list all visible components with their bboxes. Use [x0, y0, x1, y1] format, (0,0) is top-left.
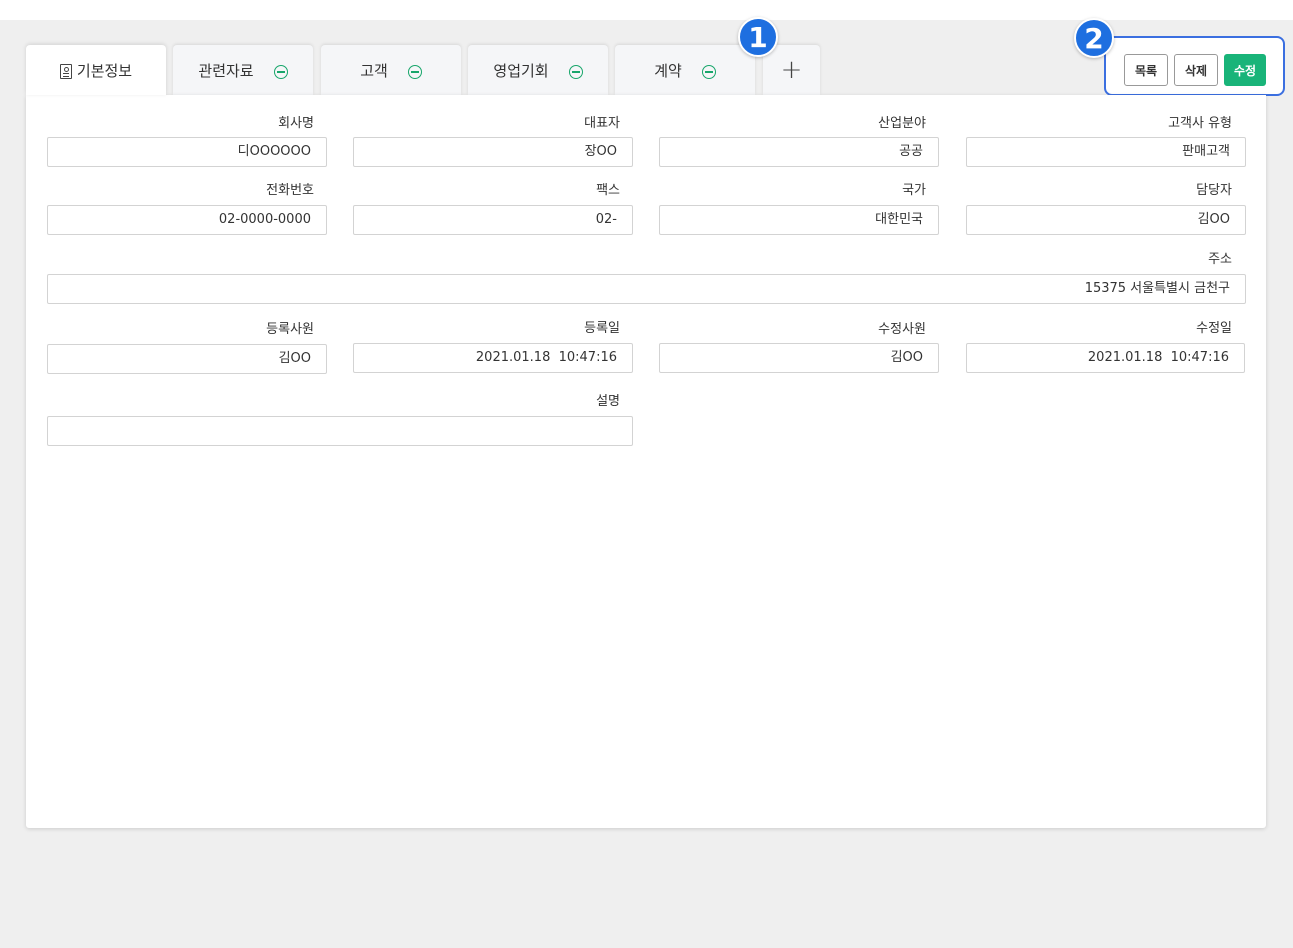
tab-label: 기본정보: [76, 61, 133, 80]
fax-label: 팩스: [596, 183, 620, 198]
fax-field[interactable]: 02-: [353, 205, 633, 235]
document-icon: [59, 63, 72, 79]
reg-user-field[interactable]: 김OO: [47, 344, 327, 374]
top-strip: [0, 0, 1293, 20]
phone-label: 전화번호: [266, 183, 314, 198]
tab-label: 고객: [360, 61, 388, 80]
tab-label: 계약: [654, 61, 682, 80]
reg-date-field[interactable]: 2021.01.18 10:47:16: [353, 343, 633, 373]
tab-customer[interactable]: 고객: [321, 45, 461, 95]
ceo-label: 대표자: [584, 116, 620, 131]
mod-date-field[interactable]: 2021.01.18 10:47:16: [966, 343, 1245, 373]
remove-tab-icon[interactable]: [407, 65, 422, 79]
reg-user-label: 등록사원: [266, 322, 314, 337]
company-label: 회사명: [278, 116, 314, 131]
country-label: 국가: [902, 183, 926, 198]
customer-type-field[interactable]: 판매고객: [966, 137, 1246, 167]
mod-date-label: 수정일: [1196, 321, 1232, 336]
remove-tab-icon[interactable]: [701, 65, 716, 79]
ceo-field[interactable]: 장OO: [353, 137, 633, 167]
basic-info-panel: 회사명 디OOOOOO 대표자 장OO 산업분야 공공 고객사 유형 판매고객 …: [26, 95, 1266, 828]
delete-button[interactable]: 삭제: [1174, 54, 1218, 86]
address-label: 주소: [1208, 252, 1232, 267]
country-field[interactable]: 대한민국: [659, 205, 939, 235]
edit-button[interactable]: 수정: [1224, 54, 1266, 86]
company-field[interactable]: 디OOOOOO: [47, 137, 327, 167]
industry-field[interactable]: 공공: [659, 137, 939, 167]
description-field[interactable]: [47, 416, 633, 446]
industry-label: 산업분야: [878, 116, 926, 131]
list-button[interactable]: 목록: [1124, 54, 1168, 86]
plus-icon: +: [780, 55, 803, 85]
mod-user-label: 수정사원: [878, 322, 926, 337]
reg-date-label: 등록일: [584, 321, 620, 336]
tab-related-data[interactable]: 관련자료: [173, 45, 313, 95]
tab-contract[interactable]: 계약: [615, 45, 755, 95]
phone-field[interactable]: 02-0000-0000: [47, 205, 327, 235]
description-label: 설명: [596, 394, 620, 409]
tab-basic-info[interactable]: 기본정보: [26, 45, 166, 95]
step-badge-2: 2: [1074, 18, 1114, 58]
manager-label: 담당자: [1196, 183, 1232, 198]
step-badge-1: 1: [738, 17, 778, 57]
tab-sales-opportunity[interactable]: 영업기회: [468, 45, 608, 95]
tab-label: 영업기회: [493, 61, 549, 80]
remove-tab-icon[interactable]: [568, 65, 583, 79]
manager-field[interactable]: 김OO: [966, 205, 1246, 235]
remove-tab-icon[interactable]: [273, 65, 288, 79]
customer-type-label: 고객사 유형: [1168, 116, 1232, 131]
add-tab-button[interactable]: +: [763, 45, 820, 95]
mod-user-field[interactable]: 김OO: [659, 343, 939, 373]
tab-label: 관련자료: [198, 61, 254, 80]
address-field[interactable]: 15375 서울특별시 금천구: [47, 274, 1246, 304]
